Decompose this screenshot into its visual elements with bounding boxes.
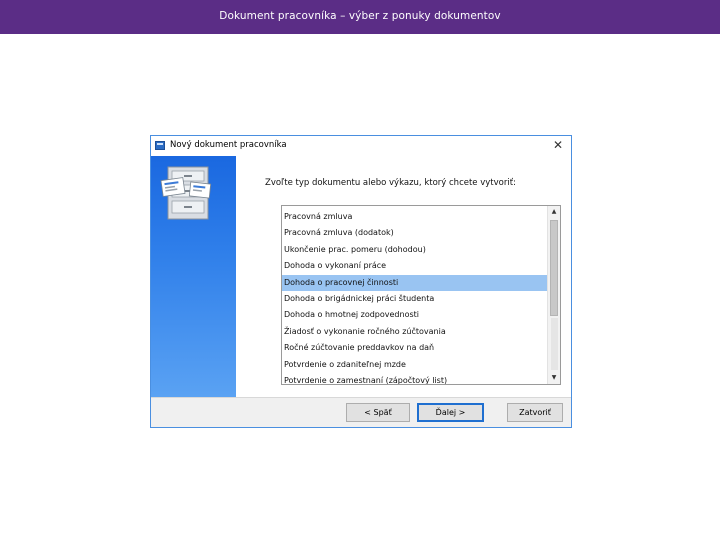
back-button[interactable]: < Späť	[346, 403, 410, 422]
list-item[interactable]: Pracovná zmluva	[282, 209, 548, 225]
list-item[interactable]: Potvrdenie o zamestnaní (zápočtový list)	[282, 373, 548, 384]
list-item[interactable]: Ukončenie prac. pomeru (dohodou)	[282, 242, 548, 258]
scroll-down-arrow-icon[interactable]: ▼	[548, 372, 560, 384]
list-item[interactable]: Dohoda o pracovnej činnosti	[282, 274, 548, 291]
list-item[interactable]: Dohoda o hmotnej zodpovednosti	[282, 307, 548, 323]
dialog-title: Nový dokument pracovníka	[170, 140, 287, 150]
close-icon[interactable]: ✕	[551, 138, 565, 152]
scroll-up-arrow-icon[interactable]: ▲	[548, 206, 560, 218]
list-item[interactable]: Žiadosť o vykonanie ročného zúčtovania	[282, 324, 548, 340]
list-item[interactable]: Potvrdenie o zdaniteľnej mzde	[282, 357, 548, 373]
list-item[interactable]: Ročné zúčtovanie preddavkov na daň	[282, 340, 548, 356]
next-button[interactable]: Ďalej >	[417, 403, 484, 422]
scroll-thumb[interactable]	[550, 220, 558, 316]
list-item[interactable]: Dohoda o vykonaní práce	[282, 258, 548, 274]
list-item[interactable]: Pracovná zmluva (dodatok)	[282, 225, 548, 241]
window-app-icon	[155, 141, 165, 150]
wizard-side-panel	[151, 156, 236, 397]
close-button[interactable]: Zatvoriť	[507, 403, 563, 422]
list-item[interactable]: Dohoda o brigádnickej práci študenta	[282, 291, 548, 307]
new-document-dialog: Nový dokument pracovníka ✕ Zvoľte typ do…	[150, 135, 572, 428]
slide-title: Dokument pracovníka – výber z ponuky dok…	[219, 10, 501, 22]
list-items: Pracovná zmluva Pracovná zmluva (dodatok)…	[282, 209, 548, 384]
listbox-scrollbar[interactable]: ▲ ▼	[547, 206, 560, 384]
prompt-text: Zvoľte typ dokumentu alebo výkazu, ktorý…	[265, 178, 516, 188]
slide-header: Dokument pracovníka – výber z ponuky dok…	[0, 0, 720, 34]
document-type-listbox[interactable]: Pracovná zmluva Pracovná zmluva (dodatok)…	[281, 205, 561, 385]
dialog-footer: < Späť Ďalej > Zatvoriť	[151, 398, 571, 427]
document-cabinet-illustration	[160, 166, 212, 220]
scroll-track[interactable]	[551, 318, 558, 370]
dialog-titlebar[interactable]: Nový dokument pracovníka ✕	[151, 136, 571, 156]
